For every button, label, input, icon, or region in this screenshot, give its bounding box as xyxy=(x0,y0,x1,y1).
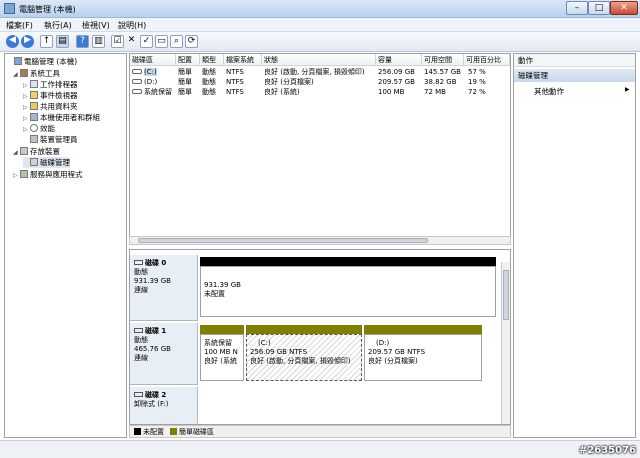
menu-action[interactable]: 執行(A) xyxy=(44,20,72,31)
toolbar: ◀ ▶ ↑ ▤ ? ▥ ☑ ✕ ✓ ▭ ⌕ ⟳ xyxy=(0,32,640,52)
back-icon[interactable]: ◀ xyxy=(6,35,19,48)
actions-pane: 動作 磁碟管理 其他動作 ▶ xyxy=(513,53,636,438)
drive-icon xyxy=(132,89,142,94)
disk-icon xyxy=(30,158,38,166)
simple-volume-bar xyxy=(200,325,244,334)
close-button[interactable]: ✕ xyxy=(610,1,638,15)
disk-0-label[interactable]: 磁碟 0 動態 931.39 GB 連線 xyxy=(130,255,198,321)
tree-item-shared-folders[interactable]: ▷ 共用資料夾 xyxy=(23,101,78,112)
partition-d-drive[interactable]: (D:) 209.57 GB NTFS 良好 (分頁檔案) xyxy=(364,334,482,381)
column-header-free-space[interactable]: 可用空間 xyxy=(422,54,464,66)
volume-list: 磁碟區 配置 類型 檔案系統 狀態 容量 可用空間 可用百分比 (C:) 簡單 … xyxy=(129,53,511,237)
device-manager-icon xyxy=(30,135,38,143)
properties-icon[interactable]: ☑ xyxy=(111,35,124,48)
menu-bar: 檔案(F) 執行(A) 檢視(V) 說明(H) xyxy=(0,18,640,32)
shared-folder-icon xyxy=(30,102,38,110)
drive-icon xyxy=(132,69,142,74)
scrollbar-thumb[interactable] xyxy=(503,270,509,320)
title-bar: 電腦管理 (本機) – □ ✕ xyxy=(0,0,640,18)
checkmark-icon[interactable]: ✓ xyxy=(140,35,153,48)
drive-icon xyxy=(132,79,142,84)
disk-graphical-view: 磁碟 0 動態 931.39 GB 連線 931.39 GB 未配置 磁碟 1 … xyxy=(129,249,511,425)
disk-0-unallocated-region[interactable]: 931.39 GB 未配置 xyxy=(200,266,496,317)
refresh-icon[interactable]: ⟳ xyxy=(185,35,198,48)
legend-label-unallocated: 未配置 xyxy=(143,428,164,436)
menu-help[interactable]: 說明(H) xyxy=(118,20,146,31)
simple-volume-bar xyxy=(364,325,482,334)
search-icon[interactable]: ⌕ xyxy=(170,35,183,48)
simple-volume-swatch xyxy=(170,428,177,435)
table-row[interactable]: (C:) 簡單 動態 NTFS 良好 (啟動, 分頁檔案, 損毀傾印) 256.… xyxy=(130,67,510,77)
open-folder-icon[interactable]: ▭ xyxy=(155,35,168,48)
tree-item-task-scheduler[interactable]: ▷ 工作排程器 xyxy=(23,79,78,90)
maximize-button[interactable]: □ xyxy=(588,1,610,15)
column-header-volume[interactable]: 磁碟區 xyxy=(130,54,176,66)
more-actions-link[interactable]: 其他動作 xyxy=(534,86,564,97)
legend: 未配置 簡單磁碟區 xyxy=(129,425,511,438)
performance-icon xyxy=(30,124,38,132)
partition-c-drive[interactable]: (C:) 256.09 GB NTFS 良好 (啟動, 分頁檔案, 損毀傾印) xyxy=(246,334,362,381)
tree-item-services-applications[interactable]: ▷ 服務與應用程式 xyxy=(13,169,83,180)
vertical-scrollbar[interactable] xyxy=(501,262,510,424)
tools-icon xyxy=(20,69,28,77)
storage-icon xyxy=(20,147,28,155)
disk-2-label[interactable]: 磁碟 2 卸除式 (F:) xyxy=(130,387,198,424)
actions-header: 動作 xyxy=(514,54,635,67)
menu-view[interactable]: 檢視(V) xyxy=(82,20,110,31)
computer-icon xyxy=(14,57,22,65)
disk-icon xyxy=(134,260,143,265)
users-icon xyxy=(30,113,38,121)
tree-item-local-users-groups[interactable]: ▷ 本機使用者和群組 xyxy=(23,112,100,123)
clock-icon xyxy=(30,80,38,88)
submenu-arrow-icon: ▶ xyxy=(625,86,630,93)
column-header-layout[interactable]: 配置 xyxy=(176,54,200,66)
window-title: 電腦管理 (本機) xyxy=(19,5,76,14)
actions-section-disk-management[interactable]: 磁碟管理 xyxy=(514,69,635,82)
legend-label-simple-volume: 簡單磁碟區 xyxy=(179,428,214,436)
disk-1-label[interactable]: 磁碟 1 動態 465.76 GB 連線 xyxy=(130,323,198,385)
horizontal-scrollbar[interactable] xyxy=(129,236,511,245)
unallocated-bar xyxy=(200,257,496,266)
removable-disk-icon xyxy=(134,392,143,397)
services-icon xyxy=(20,170,28,178)
status-bar xyxy=(0,440,640,458)
computer-management-icon xyxy=(4,3,15,14)
tree-item-event-viewer[interactable]: ▷ 事件檢視器 xyxy=(23,90,78,101)
forward-icon[interactable]: ▶ xyxy=(21,35,34,48)
watermark: #2635076 xyxy=(578,445,636,456)
simple-volume-bar xyxy=(246,325,362,334)
tree-item-performance[interactable]: ▷ 效能 xyxy=(23,123,55,134)
delete-icon[interactable]: ✕ xyxy=(125,35,138,48)
column-header-status[interactable]: 狀態 xyxy=(262,54,376,66)
up-folder-icon[interactable]: ↑ xyxy=(40,35,53,48)
event-log-icon xyxy=(30,91,38,99)
unallocated-swatch xyxy=(134,428,141,435)
tree-item-computer-management[interactable]: 電腦管理 (本機) xyxy=(7,56,77,67)
disk-icon xyxy=(134,328,143,333)
column-header-file-system[interactable]: 檔案系統 xyxy=(224,54,262,66)
column-header-percent-free[interactable]: 可用百分比 xyxy=(464,54,510,66)
tree-item-system-tools[interactable]: ◢ 系統工具 xyxy=(13,68,60,79)
console-tree-icon[interactable]: ▤ xyxy=(56,35,69,48)
console-tree: 電腦管理 (本機) ◢ 系統工具 ▷ 工作排程器 ▷ 事件檢視器 ▷ 共用資料夾 ▷ 本機… xyxy=(4,53,127,438)
table-row[interactable]: (D:) 簡單 動態 NTFS 良好 (分頁檔案) 209.57 GB 38.8… xyxy=(130,77,510,87)
action-pane-icon[interactable]: ▥ xyxy=(92,35,105,48)
column-header-type[interactable]: 類型 xyxy=(200,54,224,66)
table-row[interactable]: 系統保留 簡單 動態 NTFS 良好 (系統) 100 MB 72 MB 72 … xyxy=(130,87,510,97)
scrollbar-thumb[interactable] xyxy=(138,238,428,243)
tree-item-device-manager[interactable]: 裝置管理員 xyxy=(23,134,78,145)
minimize-button[interactable]: – xyxy=(566,1,588,15)
column-header-capacity[interactable]: 容量 xyxy=(376,54,422,66)
help-icon[interactable]: ? xyxy=(76,35,89,48)
partition-system-reserved[interactable]: 系統保留 100 MB N 良好 (系統 xyxy=(200,334,244,381)
menu-file[interactable]: 檔案(F) xyxy=(6,20,33,31)
tree-item-storage[interactable]: ◢ 存放裝置 xyxy=(13,146,60,157)
tree-item-disk-management[interactable]: 磁碟管理 xyxy=(23,157,70,168)
